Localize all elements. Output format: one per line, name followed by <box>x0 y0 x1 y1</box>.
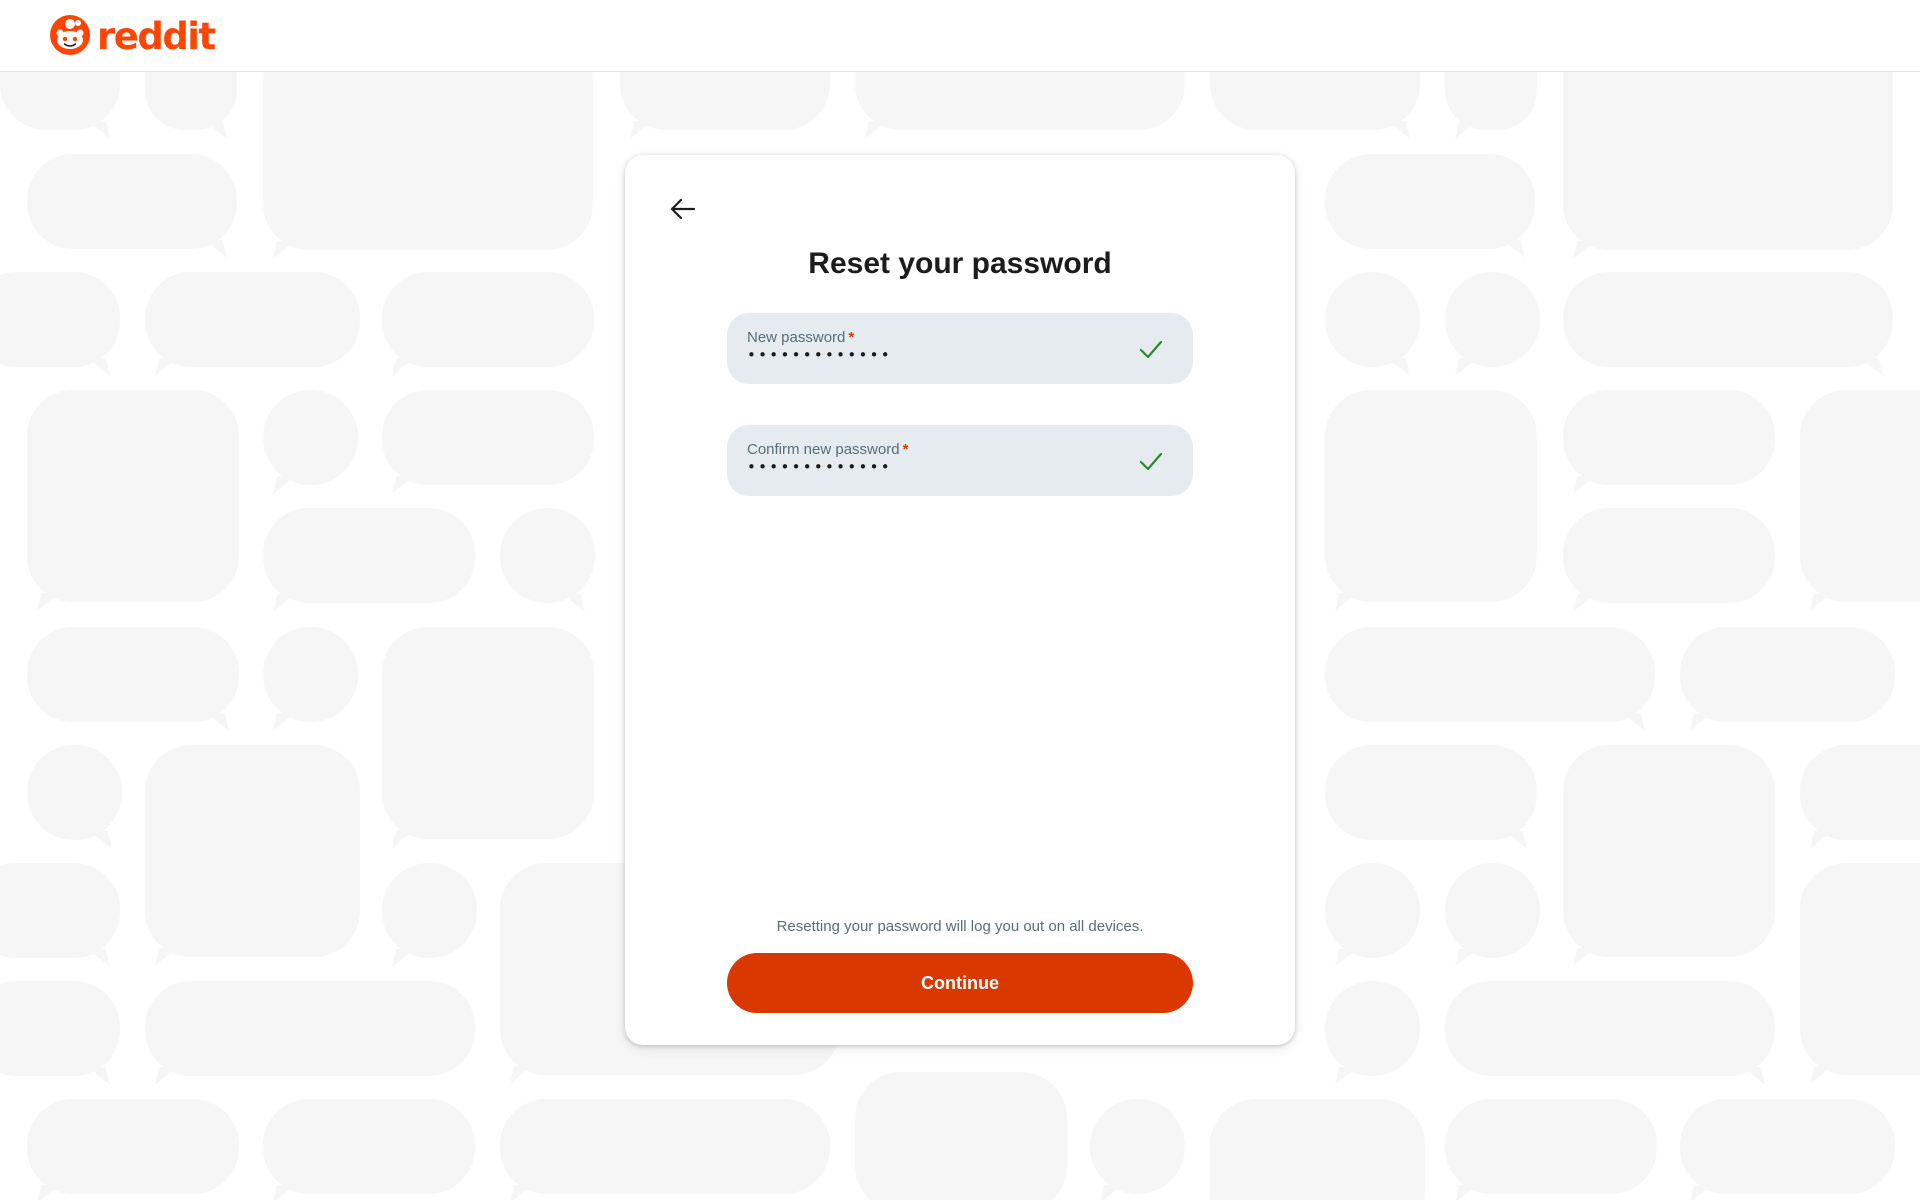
reddit-snoo-icon <box>49 14 91 61</box>
bg-bubble <box>1563 508 1775 603</box>
bg-bubble <box>500 508 595 603</box>
new-password-value: ••••••••••••• <box>747 346 892 364</box>
bg-bubble <box>1445 1099 1657 1194</box>
bg-bubble <box>1563 390 1775 485</box>
bg-bubble <box>1445 863 1540 958</box>
bg-bubble <box>1680 1099 1895 1194</box>
confirm-new-password-value: ••••••••••••• <box>747 458 892 476</box>
bg-bubble <box>27 745 122 840</box>
bg-bubble <box>1210 1099 1425 1200</box>
bg-bubble <box>0 981 120 1076</box>
bg-bubble <box>1563 272 1893 367</box>
bg-bubble <box>1680 627 1895 722</box>
bg-bubble <box>1445 272 1540 367</box>
bg-bubble <box>382 863 477 958</box>
bg-bubble <box>27 627 239 722</box>
bg-bubble <box>1325 863 1420 958</box>
top-header: reddit <box>0 0 1920 72</box>
bg-bubble <box>0 72 120 130</box>
bg-bubble <box>620 72 830 130</box>
bg-bubble <box>1325 154 1535 249</box>
bg-bubble <box>1800 745 1920 840</box>
bg-bubble <box>382 390 594 485</box>
bg-bubble <box>145 72 237 130</box>
bg-bubble <box>1325 627 1655 722</box>
continue-button[interactable]: Continue <box>727 953 1193 1013</box>
logout-notice: Resetting your password will log you out… <box>776 918 1144 935</box>
required-asterisk: * <box>848 329 855 346</box>
bg-bubble <box>500 1099 830 1194</box>
confirm-new-password-label: Confirm new password * <box>747 441 909 458</box>
bg-bubble <box>1800 863 1920 1075</box>
new-password-field[interactable]: New password * ••••••••••••• <box>727 313 1193 384</box>
checkmark-icon <box>1139 449 1163 473</box>
bg-bubble <box>0 863 120 958</box>
arrow-left-icon <box>670 198 696 223</box>
bg-bubble <box>263 627 358 722</box>
confirm-new-password-field[interactable]: Confirm new password * ••••••••••••• <box>727 425 1193 496</box>
reddit-wordmark: reddit <box>97 14 216 58</box>
bg-bubble <box>382 627 594 839</box>
bg-bubble <box>27 1099 239 1194</box>
bg-bubble <box>263 508 475 603</box>
bg-bubble <box>382 272 594 367</box>
bg-bubble <box>145 272 360 367</box>
bg-bubble <box>1210 72 1420 130</box>
bg-bubble <box>263 390 358 485</box>
bg-bubble <box>1325 390 1537 602</box>
bg-bubble <box>27 390 239 602</box>
bg-bubble <box>145 745 360 957</box>
bg-bubble <box>1445 981 1775 1076</box>
bg-bubble <box>855 1072 1067 1200</box>
bg-bubble <box>1325 272 1420 367</box>
bg-bubble <box>0 272 120 367</box>
reset-password-card: Reset your password New password * ••••••… <box>625 155 1295 1045</box>
bg-bubble <box>1800 390 1920 602</box>
checkmark-icon <box>1139 337 1163 361</box>
reddit-home-link[interactable]: reddit <box>49 14 216 61</box>
bg-bubble <box>1325 745 1537 840</box>
bg-bubble <box>1445 72 1537 130</box>
bg-bubble <box>145 981 475 1076</box>
bg-bubble <box>263 72 593 250</box>
bg-bubble <box>1325 981 1420 1076</box>
bg-bubble <box>1563 745 1775 957</box>
bg-bubble <box>1090 1099 1185 1194</box>
bg-bubble <box>27 154 237 249</box>
back-button[interactable] <box>663 190 703 230</box>
bg-bubble <box>263 1099 475 1194</box>
required-asterisk: * <box>902 441 909 458</box>
new-password-label: New password * <box>747 329 855 346</box>
page-title: Reset your password <box>808 247 1112 280</box>
bg-bubble <box>855 72 1185 130</box>
bg-bubble <box>1563 72 1893 250</box>
